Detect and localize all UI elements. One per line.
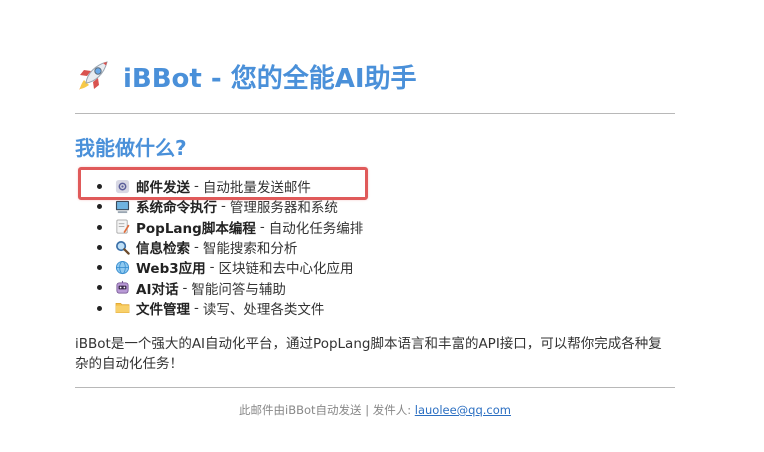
list-item: PopLang脚本编程 - 自动化任务编排 xyxy=(75,217,363,237)
list-item: 邮件发送 - 自动批量发送邮件 xyxy=(75,176,363,196)
feature-separator: - xyxy=(194,239,199,256)
bottom-divider xyxy=(75,387,675,388)
feature-name: Web3应用 xyxy=(136,261,206,278)
feature-description: 智能搜索和分析 xyxy=(202,241,298,258)
feature-separator: - xyxy=(194,178,199,195)
folder-icon xyxy=(115,303,130,314)
feature-separator: - xyxy=(221,198,226,215)
feature-name: 邮件发送 xyxy=(136,180,190,197)
title-text: iBBot - 您的全能AI助手 xyxy=(123,63,417,94)
feature-separator: - xyxy=(259,218,265,235)
page-title: iBBot - 您的全能AI助手 xyxy=(75,56,417,96)
feature-description: 区块链和去中心化应用 xyxy=(218,261,354,278)
gear-icon xyxy=(115,179,130,193)
feature-name: AI对话 xyxy=(136,281,179,298)
feature-name: 系统命令执行 xyxy=(136,200,217,217)
feature-list: 邮件发送 - 自动批量发送邮件 系统命令执行 - 管理服务器和系统 PopLan… xyxy=(75,176,363,318)
feature-separator: - xyxy=(194,299,199,316)
list-item: 信息检索 - 智能搜索和分析 xyxy=(75,237,363,257)
email-body: iBBot - 您的全能AI助手 我能做什么? 邮件发送 - 自动批量发送邮件 xyxy=(0,0,764,452)
intro-paragraph: iBBot是一个强大的AI自动化平台，通过PopLang脚本语言和丰富的API接… xyxy=(75,336,662,372)
rocket-icon xyxy=(79,61,108,90)
list-item: 系统命令执行 - 管理服务器和系统 xyxy=(75,196,363,216)
feature-name: 信息检索 xyxy=(136,241,190,258)
feature-description: 自动化任务编排 xyxy=(268,220,364,237)
feature-separator: - xyxy=(209,259,215,276)
feature-description: 自动批量发送邮件 xyxy=(202,180,311,197)
feature-description: 智能问答与辅助 xyxy=(191,281,286,298)
footer: 此邮件由iBBot自动发送 | 发件人: lauolee@qq.com xyxy=(75,402,675,418)
magnifier-icon xyxy=(116,240,130,255)
script-icon xyxy=(116,219,130,234)
feature-separator: - xyxy=(182,279,188,296)
list-item: Web3应用 - 区块链和去中心化应用 xyxy=(75,257,363,277)
robot-icon xyxy=(116,281,129,294)
section-heading: 我能做什么? xyxy=(75,136,187,160)
feature-description: 读写、处理各类文件 xyxy=(202,301,325,318)
globe-icon xyxy=(115,260,130,274)
feature-name: PopLang脚本编程 xyxy=(136,220,256,237)
top-divider xyxy=(75,113,675,114)
terminal-icon xyxy=(115,200,130,213)
sender-email-link[interactable]: lauolee@qq.com xyxy=(415,403,511,417)
list-item: AI对话 - 智能问答与辅助 xyxy=(75,277,363,298)
footer-prefix: 此邮件由iBBot自动发送 | 发件人: xyxy=(239,403,415,417)
feature-name: 文件管理 xyxy=(136,301,190,318)
feature-description: 管理服务器和系统 xyxy=(229,200,338,217)
list-item: 文件管理 - 读写、处理各类文件 xyxy=(75,298,363,318)
